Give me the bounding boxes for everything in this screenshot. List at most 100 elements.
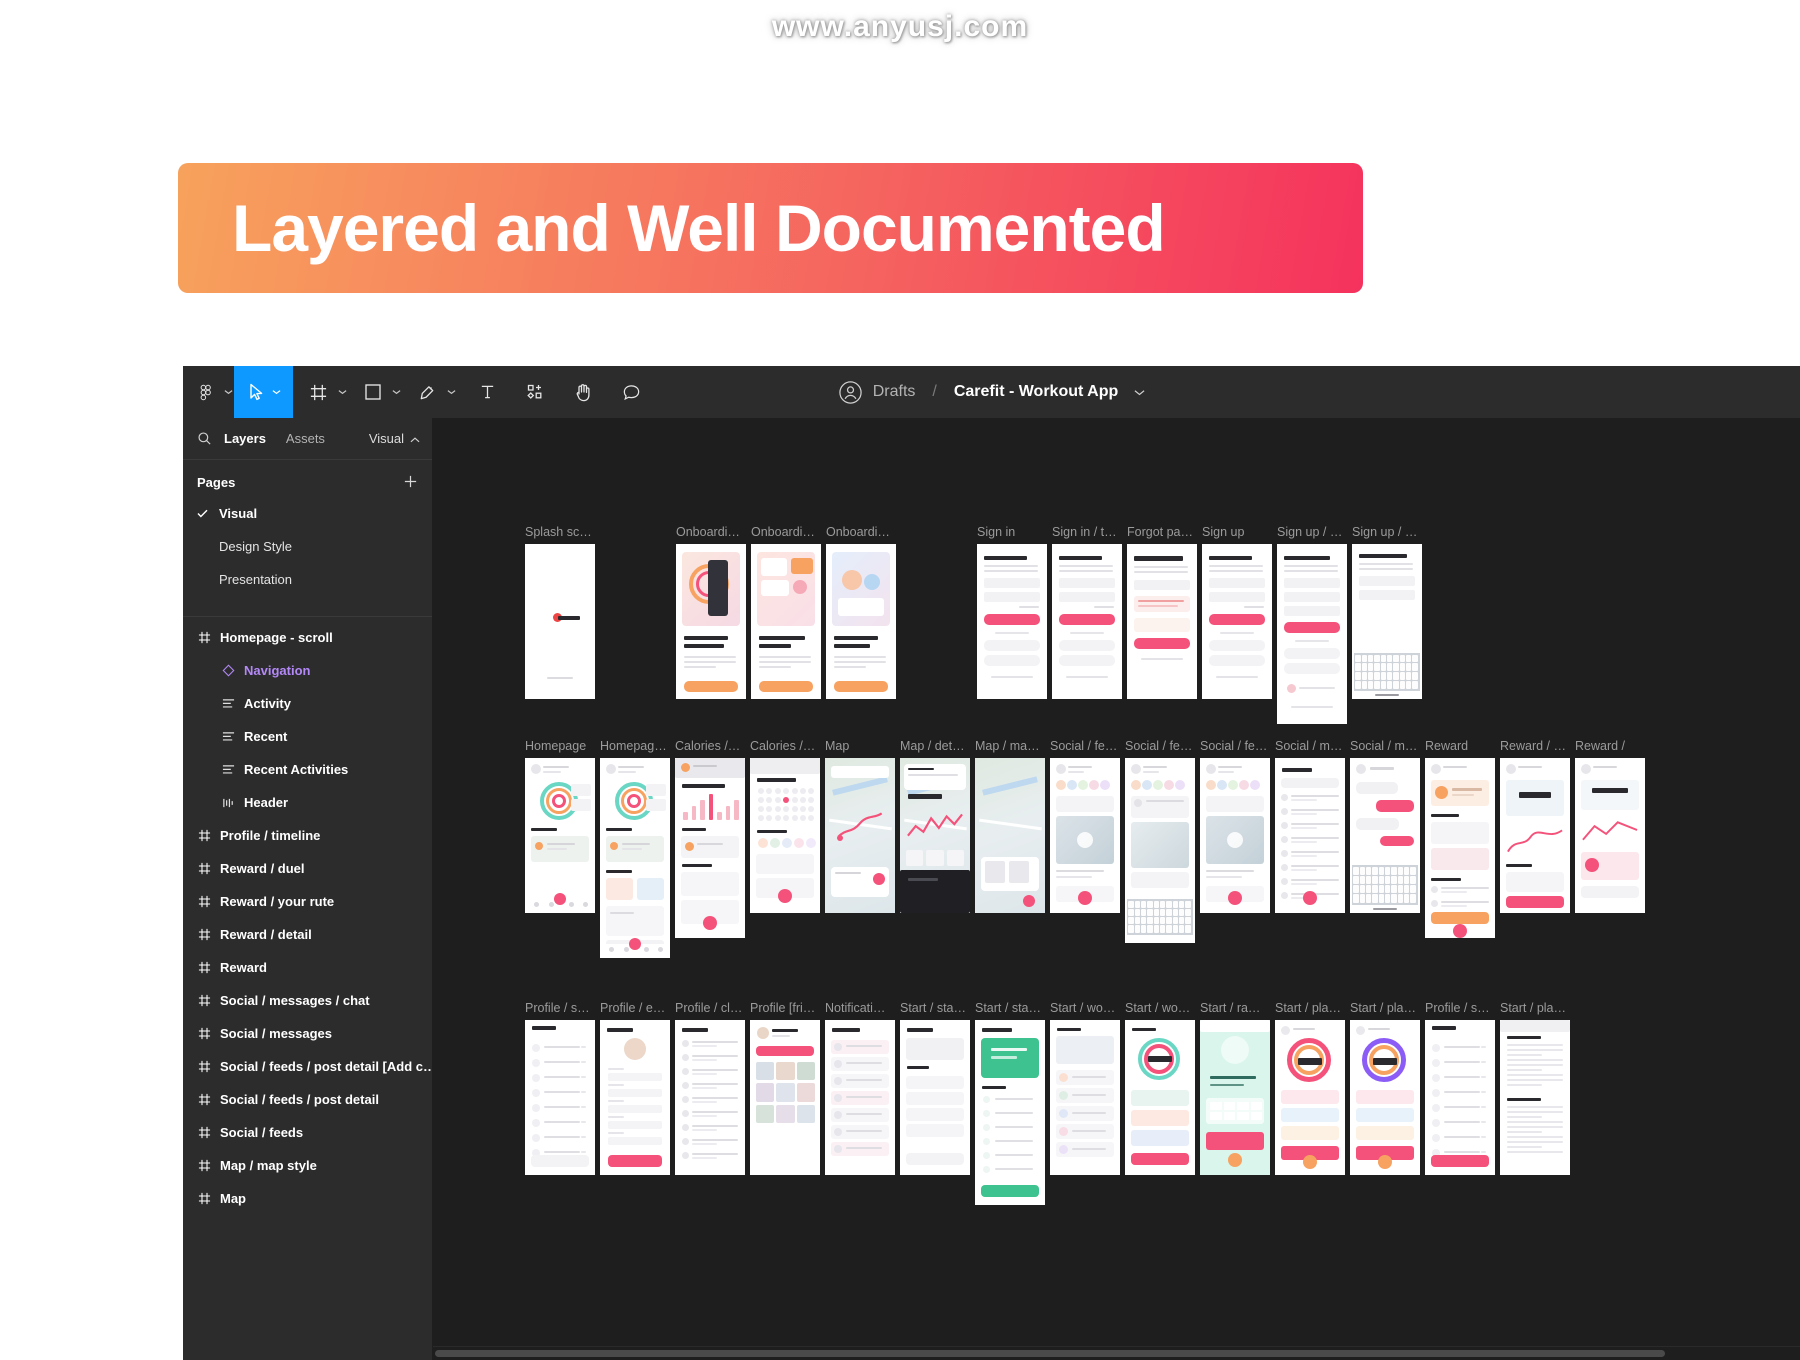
layer-item-map-map-style[interactable]: Map / map style xyxy=(183,1149,432,1182)
canvas-frame[interactable]: Sign up xyxy=(1202,525,1272,699)
frame-label[interactable]: Social / fe… xyxy=(1200,739,1267,753)
frame-label[interactable]: Splash sc… xyxy=(525,525,592,539)
breadcrumb-project[interactable]: Drafts xyxy=(873,383,916,401)
canvas-horizontal-scrollbar[interactable] xyxy=(433,1346,1800,1360)
frame-label[interactable]: Profile / e… xyxy=(600,1001,665,1015)
frame-label[interactable]: Onboardi… xyxy=(751,525,815,539)
canvas-frame[interactable]: Homepag… xyxy=(600,739,670,958)
frame-label[interactable]: Profile [fri… xyxy=(750,1001,815,1015)
canvas-frame[interactable]: Sign up / … xyxy=(1277,525,1347,724)
layer-item-map[interactable]: Map xyxy=(183,1182,432,1215)
layer-item-profile-timeline[interactable]: Profile / timeline xyxy=(183,819,432,852)
canvas-frame[interactable]: Reward / … xyxy=(1500,739,1570,913)
canvas-frame[interactable]: Start / pla… xyxy=(1350,1001,1420,1175)
frame-label[interactable]: Calories /… xyxy=(750,739,815,753)
frame-label[interactable]: Homepag… xyxy=(600,739,667,753)
canvas-frame[interactable]: Homepage xyxy=(525,739,595,913)
layer-item-social-messages[interactable]: Social / messages xyxy=(183,1017,432,1050)
canvas-frame[interactable]: Onboardi… xyxy=(676,525,746,699)
canvas-frame[interactable]: Map / ma… xyxy=(975,739,1045,913)
canvas-frame[interactable]: Profile / s… xyxy=(1425,1001,1495,1175)
canvas-frame[interactable]: Sign in xyxy=(977,525,1047,699)
canvas-frame[interactable]: Start / sta… xyxy=(975,1001,1045,1205)
layer-item-reward-duel[interactable]: Reward / duel xyxy=(183,852,432,885)
canvas-frame[interactable]: Start / wo… xyxy=(1050,1001,1120,1175)
frame-label[interactable]: Start / sta… xyxy=(975,1001,1041,1015)
canvas-frame[interactable]: Social / fe… xyxy=(1050,739,1120,913)
canvas-frame[interactable]: Forgot pa… xyxy=(1127,525,1197,699)
frame-label[interactable]: Sign in / t… xyxy=(1052,525,1117,539)
pen-tool-icon[interactable] xyxy=(402,366,445,418)
layer-item-social-feeds-post-detail-add-c[interactable]: Social / feeds / post detail [Add c… xyxy=(183,1050,432,1083)
frame-label[interactable]: Start / pla… xyxy=(1500,1001,1566,1015)
figma-menu-icon[interactable] xyxy=(183,366,222,418)
frame-label[interactable]: Start / sta… xyxy=(900,1001,966,1015)
frame-label[interactable]: Sign in xyxy=(977,525,1015,539)
frame-tool-icon[interactable] xyxy=(293,366,336,418)
frame-label[interactable]: Reward / … xyxy=(1500,739,1566,753)
canvas-frame[interactable]: Profile / s… xyxy=(525,1001,595,1175)
page-selector[interactable]: Visual xyxy=(369,431,420,446)
frame-label[interactable]: Start / wo… xyxy=(1050,1001,1115,1015)
tab-layers[interactable]: Layers xyxy=(224,431,266,446)
layer-item-social-feeds-post-detail[interactable]: Social / feeds / post detail xyxy=(183,1083,432,1116)
scrollbar-thumb[interactable] xyxy=(435,1350,1665,1357)
canvas-frame[interactable]: Calories /… xyxy=(675,739,745,938)
shape-tool-chevron-down-icon[interactable] xyxy=(390,366,402,418)
frame-label[interactable]: Start / pla… xyxy=(1275,1001,1341,1015)
frame-label[interactable]: Sign up / … xyxy=(1277,525,1342,539)
canvas-frame[interactable]: Onboardi… xyxy=(826,525,896,699)
frame-label[interactable]: Start / ra… xyxy=(1200,1001,1260,1015)
frame-label[interactable]: Calories /… xyxy=(675,739,740,753)
frame-label[interactable]: Onboardi… xyxy=(676,525,740,539)
canvas-frame[interactable]: Sign in / t… xyxy=(1052,525,1122,699)
layer-item-recent-activities[interactable]: Recent Activities xyxy=(183,753,432,786)
canvas-frame[interactable]: Social / m… xyxy=(1275,739,1345,913)
canvas-frame[interactable]: Onboardi… xyxy=(751,525,821,699)
canvas-frame[interactable]: Social / fe… xyxy=(1125,739,1195,943)
frame-label[interactable]: Social / m… xyxy=(1275,739,1342,753)
frame-label[interactable]: Social / fe… xyxy=(1125,739,1192,753)
layer-item-social-messages-chat[interactable]: Social / messages / chat xyxy=(183,984,432,1017)
frame-label[interactable]: Social / m… xyxy=(1350,739,1417,753)
frame-label[interactable]: Map / det… xyxy=(900,739,965,753)
account-avatar-icon[interactable] xyxy=(838,380,863,405)
components-tool-icon[interactable] xyxy=(518,366,566,418)
comment-tool-icon[interactable] xyxy=(614,366,649,418)
search-icon[interactable] xyxy=(197,431,212,446)
document-chevron-down-icon[interactable] xyxy=(1134,389,1145,396)
frame-label[interactable]: Sign up / … xyxy=(1352,525,1417,539)
pen-tool-chevron-down-icon[interactable] xyxy=(445,366,457,418)
text-tool-icon[interactable] xyxy=(457,366,518,418)
canvas-frame[interactable]: Splash sc… xyxy=(525,525,595,699)
canvas-frame[interactable]: Notificati… xyxy=(825,1001,895,1175)
frame-label[interactable]: Map / ma… xyxy=(975,739,1040,753)
canvas-frame[interactable]: Profile / e… xyxy=(600,1001,670,1175)
move-tool-icon[interactable] xyxy=(234,366,270,418)
frame-label[interactable]: Profile / cl… xyxy=(675,1001,742,1015)
frame-label[interactable]: Start / pla… xyxy=(1350,1001,1416,1015)
frame-label[interactable]: Map xyxy=(825,739,849,753)
canvas-frame[interactable]: Social / fe… xyxy=(1200,739,1270,913)
frame-label[interactable]: Onboardi… xyxy=(826,525,890,539)
layer-item-social-feeds[interactable]: Social / feeds xyxy=(183,1116,432,1149)
frame-label[interactable]: Profile / s… xyxy=(525,1001,590,1015)
canvas-frame[interactable]: Profile / cl… xyxy=(675,1001,745,1175)
frame-label[interactable]: Reward / xyxy=(1575,739,1625,753)
canvas-frame[interactable]: Start / pla… xyxy=(1500,1001,1570,1175)
canvas-frame[interactable]: Profile [fri… xyxy=(750,1001,820,1175)
frame-label[interactable]: Start / wo… xyxy=(1125,1001,1190,1015)
layer-item-reward-your-rute[interactable]: Reward / your rute xyxy=(183,885,432,918)
add-page-button[interactable] xyxy=(403,474,418,491)
canvas-frame[interactable]: Start / wo… xyxy=(1125,1001,1195,1175)
canvas[interactable]: Splash sc… Onboardi… Onboardi… Onboardi… Sig… xyxy=(433,418,1800,1360)
figma-menu-chevron-down-icon[interactable] xyxy=(222,366,234,418)
canvas-frame[interactable]: Start / ra… xyxy=(1200,1001,1270,1175)
layer-item-navigation[interactable]: Navigation xyxy=(183,654,432,687)
canvas-frame[interactable]: Reward / xyxy=(1575,739,1645,913)
canvas-frame[interactable]: Calories /… xyxy=(750,739,820,913)
canvas-frame[interactable]: Start / pla… xyxy=(1275,1001,1345,1175)
document-title[interactable]: Carefit - Workout App xyxy=(954,383,1118,401)
frame-label[interactable]: Reward xyxy=(1425,739,1468,753)
layer-item-reward-detail[interactable]: Reward / detail xyxy=(183,918,432,951)
